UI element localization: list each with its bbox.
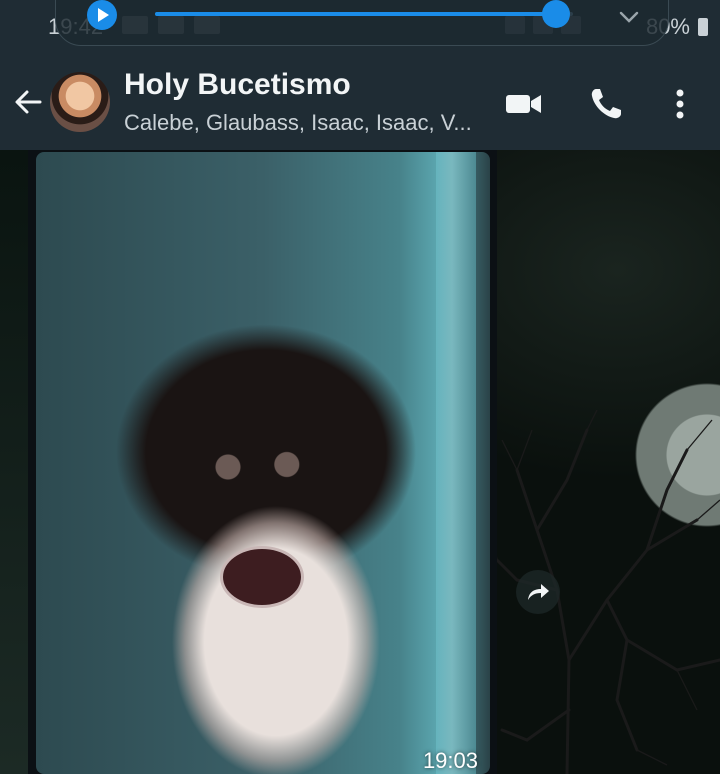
photo-mouth <box>220 546 304 608</box>
photo-eyes <box>186 442 326 492</box>
forward-button[interactable] <box>516 570 560 614</box>
battery-icon <box>698 18 708 36</box>
previous-media-thumbnail[interactable] <box>0 150 28 774</box>
media-control-pill <box>55 0 669 46</box>
avatar[interactable] <box>50 72 110 132</box>
chat-participants[interactable]: Calebe, Glaubass, Isaac, Isaac, V... <box>124 110 472 136</box>
chevron-down-icon[interactable] <box>618 6 640 28</box>
play-icon[interactable] <box>87 0 117 30</box>
media-photo[interactable]: 19:03 <box>36 152 490 774</box>
video-camera-icon[interactable] <box>504 84 544 124</box>
chat-title[interactable]: Holy Bucetismo <box>124 68 351 102</box>
media-progress-fill <box>155 12 557 16</box>
more-vertical-icon[interactable] <box>660 84 700 124</box>
media-area: 19:03 <box>0 150 720 774</box>
media-timestamp: 19:03 <box>422 748 478 773</box>
chat-header: Holy Bucetismo Calebe, Glaubass, Isaac, … <box>0 52 720 150</box>
arrow-left-icon[interactable] <box>12 86 44 118</box>
phone-icon[interactable] <box>586 84 626 124</box>
forward-arrow-icon <box>528 584 549 600</box>
media-progress-bar[interactable] <box>155 0 573 28</box>
photo-window-frame <box>436 152 476 774</box>
